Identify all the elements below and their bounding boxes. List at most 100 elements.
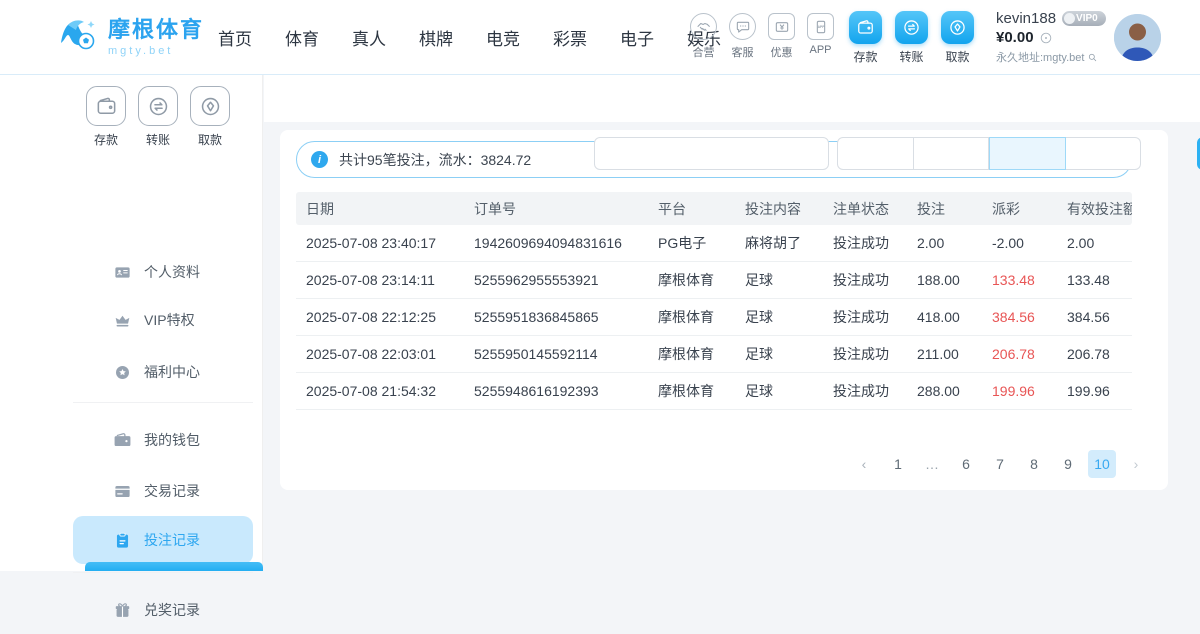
balance-visibility-icon[interactable] <box>1039 31 1053 45</box>
sidebar-item-my-wallet[interactable]: 我的钱包 <box>73 416 253 464</box>
bet-records-table: 日期订单号平台投注内容注单状态投注派彩有效投注额 2025-07-08 23:4… <box>296 192 1132 410</box>
my-wallet-icon <box>113 431 132 450</box>
table-row: 2025-07-08 23:40:171942609694094831616PG… <box>296 225 1132 262</box>
cell-content: 麻将胡了 <box>735 233 823 253</box>
cell-valid-bet: 199.96 <box>1057 383 1132 399</box>
cell-valid-bet: 206.78 <box>1057 346 1132 362</box>
transfer-icon <box>147 95 170 118</box>
pagination-next[interactable]: › <box>1122 450 1150 478</box>
sidebar-quick-label: 转账 <box>146 131 170 148</box>
pagination-page[interactable]: 1 <box>884 450 912 478</box>
sidebar-item-label: 福利中心 <box>144 362 200 382</box>
quick-link-label: 合营 <box>693 44 715 60</box>
nav-item[interactable]: 电子 <box>613 21 661 54</box>
column-header: 派彩 <box>982 199 1057 219</box>
column-header: 订单号 <box>464 199 648 219</box>
username[interactable]: kevin188 <box>996 10 1056 27</box>
info-icon: i <box>311 151 328 168</box>
date-range-segment[interactable] <box>914 137 990 170</box>
date-range-segments <box>837 137 1141 170</box>
date-range-segment[interactable] <box>1066 137 1142 170</box>
cell-bet: 418.00 <box>907 309 982 325</box>
vip-icon <box>113 311 132 330</box>
site-address: 永久地址:mgty.bet <box>996 49 1084 65</box>
date-range-segment-active[interactable] <box>989 137 1066 170</box>
nav-item[interactable]: 电竞 <box>479 21 527 54</box>
wallet-action-label: 转账 <box>899 48 923 65</box>
cell-content: 足球 <box>735 381 823 401</box>
sidebar-quick-label: 取款 <box>198 131 222 148</box>
sidebar-bottom-button[interactable] <box>85 562 263 571</box>
main-nav: 首页体育真人棋牌电竞彩票电子娱乐 <box>211 0 728 75</box>
nav-item[interactable]: 真人 <box>345 21 393 54</box>
filter-bar <box>264 75 1200 122</box>
pagination: ‹1…678910› <box>850 450 1150 478</box>
sidebar-quick-transfer-icon[interactable]: 转账 <box>136 86 180 148</box>
promo-icon <box>774 19 790 35</box>
cell-payout: 199.96 <box>982 383 1057 399</box>
table-row: 2025-07-08 22:12:255255951836845865摩根体育足… <box>296 299 1132 336</box>
pagination-page[interactable]: 8 <box>1020 450 1048 478</box>
deposit-icon <box>856 18 875 37</box>
pagination-page[interactable]: 6 <box>952 450 980 478</box>
quick-link-customer-service-icon[interactable]: 客服 <box>723 13 762 60</box>
bet-records-card: i 共计95笔投注，流水：3824.72 日期订单号平台投注内容注单状态投注派彩… <box>280 130 1168 490</box>
cell-bet: 188.00 <box>907 272 982 288</box>
quick-link-label: 优惠 <box>771 44 793 60</box>
cell-order-id: 5255951836845865 <box>464 309 648 325</box>
sidebar-item-transactions[interactable]: 交易记录 <box>73 467 253 515</box>
table-row: 2025-07-08 23:14:115255962955553921摩根体育足… <box>296 262 1132 299</box>
column-header: 投注内容 <box>735 199 823 219</box>
platform-select[interactable] <box>594 137 829 170</box>
transactions-icon <box>113 482 132 501</box>
deposit-icon <box>86 86 126 126</box>
nav-item[interactable]: 棋牌 <box>412 21 460 54</box>
balance-amount: ¥0.00 <box>996 29 1034 46</box>
customer-service-icon <box>735 19 751 35</box>
cell-payout: 206.78 <box>982 346 1057 362</box>
cell-valid-bet: 133.48 <box>1057 272 1132 288</box>
sidebar-item-label: 兑奖记录 <box>144 600 200 620</box>
nav-item[interactable]: 体育 <box>278 21 326 54</box>
transfer-icon <box>902 18 921 37</box>
deposit-icon <box>849 11 882 44</box>
handshake-icon <box>696 19 712 35</box>
sidebar-quick-deposit-icon[interactable]: 存款 <box>84 86 128 148</box>
nav-item[interactable]: 首页 <box>211 21 259 54</box>
wallet-action-withdraw-icon[interactable]: 取款 <box>940 11 975 65</box>
pagination-page-active[interactable]: 10 <box>1088 450 1116 478</box>
transfer-icon <box>895 11 928 44</box>
date-range-segment[interactable] <box>837 137 914 170</box>
site-logo[interactable]: 摩根体育 mgty.bet <box>56 12 204 57</box>
wallet-action-deposit-icon[interactable]: 存款 <box>848 11 883 65</box>
logo-icon <box>56 13 100 57</box>
pagination-page[interactable]: 9 <box>1054 450 1082 478</box>
quick-link-handshake-icon[interactable]: 合营 <box>684 13 723 60</box>
sidebar-item-profile[interactable]: 个人资料 <box>73 248 253 296</box>
wallet-action-transfer-icon[interactable]: 转账 <box>894 11 929 65</box>
search-address-icon[interactable] <box>1087 52 1098 63</box>
cell-status: 投注成功 <box>823 344 907 364</box>
cell-content: 足球 <box>735 270 823 290</box>
table-header-row: 日期订单号平台投注内容注单状态投注派彩有效投注额 <box>296 192 1132 225</box>
cell-platform: PG电子 <box>648 233 735 253</box>
bet-records-icon <box>113 531 132 550</box>
sidebar-item-prize-records[interactable]: 兑奖记录 <box>73 586 253 634</box>
quick-link-app-download-icon[interactable]: APP <box>801 13 840 60</box>
column-header: 投注 <box>907 199 982 219</box>
cell-platform: 摩根体育 <box>648 381 735 401</box>
user-avatar[interactable] <box>1114 14 1161 61</box>
sidebar-quick-withdraw-icon[interactable]: 取款 <box>188 86 232 148</box>
pagination-page[interactable]: 7 <box>986 450 1014 478</box>
sidebar-divider <box>73 572 253 573</box>
quick-link-label: 客服 <box>732 44 754 60</box>
column-header: 日期 <box>296 199 464 219</box>
sidebar-quick-actions: 存款转账 取款 <box>84 86 232 148</box>
withdraw-icon <box>948 18 967 37</box>
sidebar-item-vip[interactable]: VIP特权 <box>73 296 253 344</box>
sidebar-item-benefits[interactable]: 福利中心 <box>73 348 253 396</box>
sidebar-item-bet-records[interactable]: 投注记录 <box>73 516 253 564</box>
pagination-prev[interactable]: ‹ <box>850 450 878 478</box>
quick-link-promo-icon[interactable]: 优惠 <box>762 13 801 60</box>
nav-item[interactable]: 彩票 <box>546 21 594 54</box>
